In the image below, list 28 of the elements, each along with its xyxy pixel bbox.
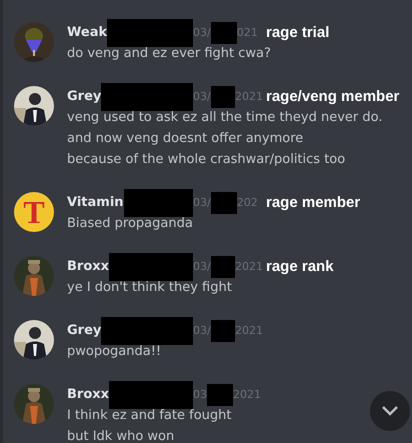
redaction-box	[210, 320, 235, 342]
author-name[interactable]: Weak	[67, 25, 108, 40]
redaction-box	[210, 256, 235, 278]
redaction-box	[207, 384, 233, 406]
author-name[interactable]: Broxx	[67, 259, 110, 274]
message-text: but Idk who won	[67, 428, 176, 443]
scroll-down-button[interactable]	[370, 391, 410, 431]
author-name[interactable]: Broxx	[67, 387, 110, 402]
message-text: I think ez and fate fought	[67, 407, 232, 425]
message-text: because of the whole crashwar/politics too	[67, 151, 346, 169]
message-text: ye I don't think they fight	[67, 279, 233, 297]
chevron-down-icon	[381, 405, 399, 417]
annotation: rage/veng member	[266, 88, 400, 105]
redaction-box	[210, 86, 235, 108]
message-text: and now veng doesnt offer anymore	[67, 130, 304, 148]
redaction-box	[210, 22, 237, 44]
author-name[interactable]: Grey	[67, 89, 102, 104]
annotation: rage rank	[266, 258, 334, 275]
annotation: rage trial	[266, 24, 330, 41]
author-name[interactable]: Vitamin	[67, 195, 124, 210]
redaction-box	[210, 192, 237, 214]
message-text: Biased propaganda	[67, 215, 194, 233]
message-text: veng used to ask ez all the time theyd never do.	[67, 109, 384, 127]
message-text: do veng and ez ever fight cwa?	[67, 45, 272, 63]
author-name[interactable]: Grey	[67, 323, 102, 338]
message-text: pwopoganda!!	[67, 343, 162, 361]
annotation: rage member	[266, 194, 360, 211]
redaction-box	[124, 188, 193, 216]
